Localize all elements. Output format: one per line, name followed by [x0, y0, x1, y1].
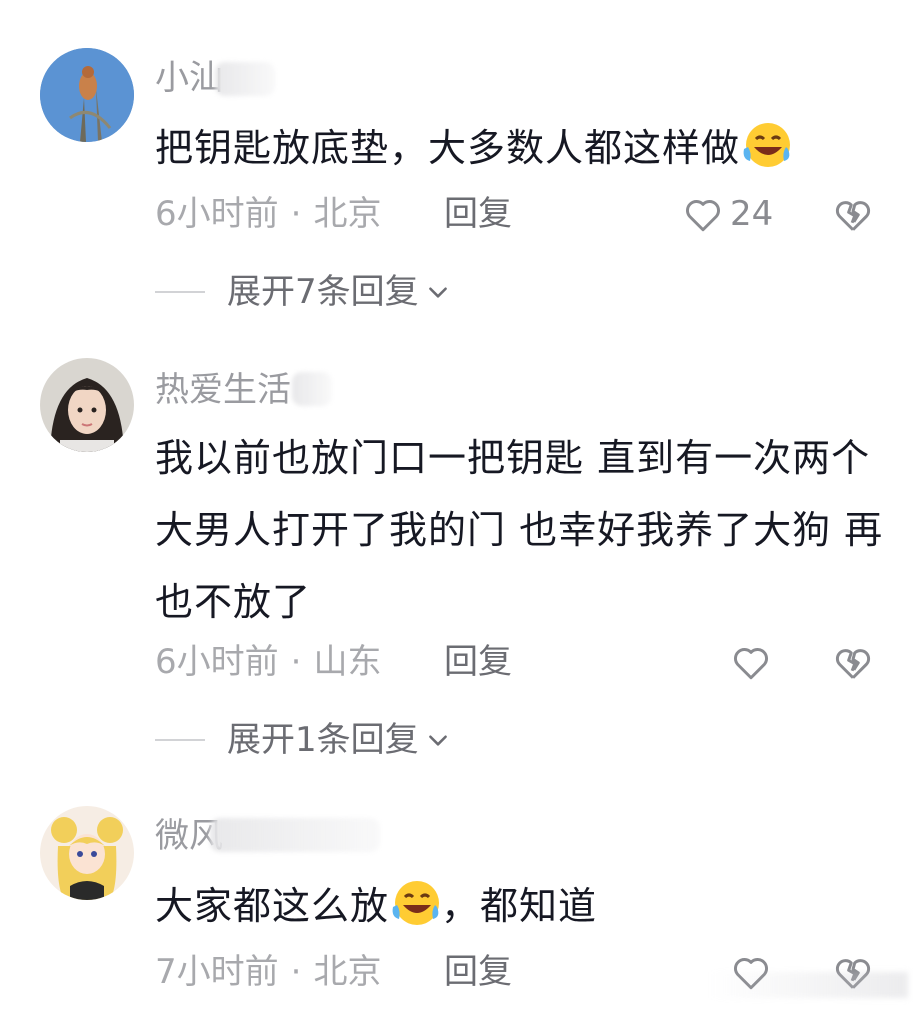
like-button[interactable] [730, 641, 772, 683]
expand-label: 展开1条回复 [227, 720, 419, 760]
dislike-button[interactable] [832, 641, 874, 683]
comment-location: 北京 [313, 952, 382, 992]
watermark-overlay [708, 972, 908, 998]
expand-replies-button[interactable]: 展开7条回复 [155, 272, 451, 312]
meta-separator: · [290, 194, 302, 234]
chevron-down-icon [428, 735, 447, 746]
expand-replies-button[interactable]: 展开1条回复 [155, 720, 451, 760]
comment-meta: 6小时前 · 山东 [155, 642, 381, 682]
avatar-bird-image [40, 48, 134, 142]
comment-location: 北京 [313, 194, 382, 234]
avatar[interactable] [40, 806, 134, 900]
comment-text-part: 大家都这么放 [155, 884, 390, 928]
reply-button[interactable]: 回复 [444, 952, 512, 992]
divider-line [155, 291, 205, 293]
comment-meta: 7小时前 · 北京 [155, 952, 381, 992]
laughing-crying-emoji-icon [392, 881, 440, 925]
meta-separator: · [290, 952, 302, 992]
heart-outline-icon [733, 648, 769, 680]
like-button[interactable]: 24 [682, 193, 773, 235]
reply-button[interactable]: 回复 [444, 642, 512, 682]
avatar-portrait-image [40, 358, 134, 452]
expand-label: 展开7条回复 [227, 272, 419, 312]
comment-time: 6小时前 [155, 194, 279, 234]
comment-location: 山东 [313, 642, 382, 682]
heart-outline-icon [685, 200, 721, 232]
avatar[interactable] [40, 48, 134, 142]
username-redaction [292, 372, 332, 406]
broken-heart-icon [835, 649, 871, 679]
comment-text: 把钥匙放底垫，大多数人都这样做 [155, 112, 885, 184]
username-redaction [210, 818, 380, 852]
comment-text-part: 把钥匙放底垫，大多数人都这样做 [155, 126, 741, 170]
chevron-down-icon [428, 287, 447, 298]
broken-heart-icon [835, 201, 871, 231]
avatar[interactable] [40, 358, 134, 452]
reply-button[interactable]: 回复 [444, 194, 512, 234]
like-count: 24 [730, 194, 774, 234]
comment-text: 大家都这么放 ，都知道 [155, 870, 885, 942]
comment-text-part: ，都知道 [441, 884, 598, 928]
laughing-crying-emoji-icon [743, 123, 791, 167]
meta-separator: · [290, 642, 302, 682]
comment-meta: 6小时前 · 北京 [155, 194, 381, 234]
dislike-button[interactable] [832, 193, 874, 235]
divider-line [155, 739, 205, 741]
comment-time: 7小时前 [155, 952, 279, 992]
username-redaction [215, 62, 275, 96]
username[interactable]: 小汕 [155, 58, 223, 98]
comment-text: 我以前也放门口一把钥匙 直到有一次两个大男人打开了我的门 也幸好我养了大狗 再也… [155, 436, 884, 624]
avatar-anime-image [40, 806, 134, 900]
comment-time: 6小时前 [155, 642, 279, 682]
username[interactable]: 热爱生活 [155, 370, 291, 410]
